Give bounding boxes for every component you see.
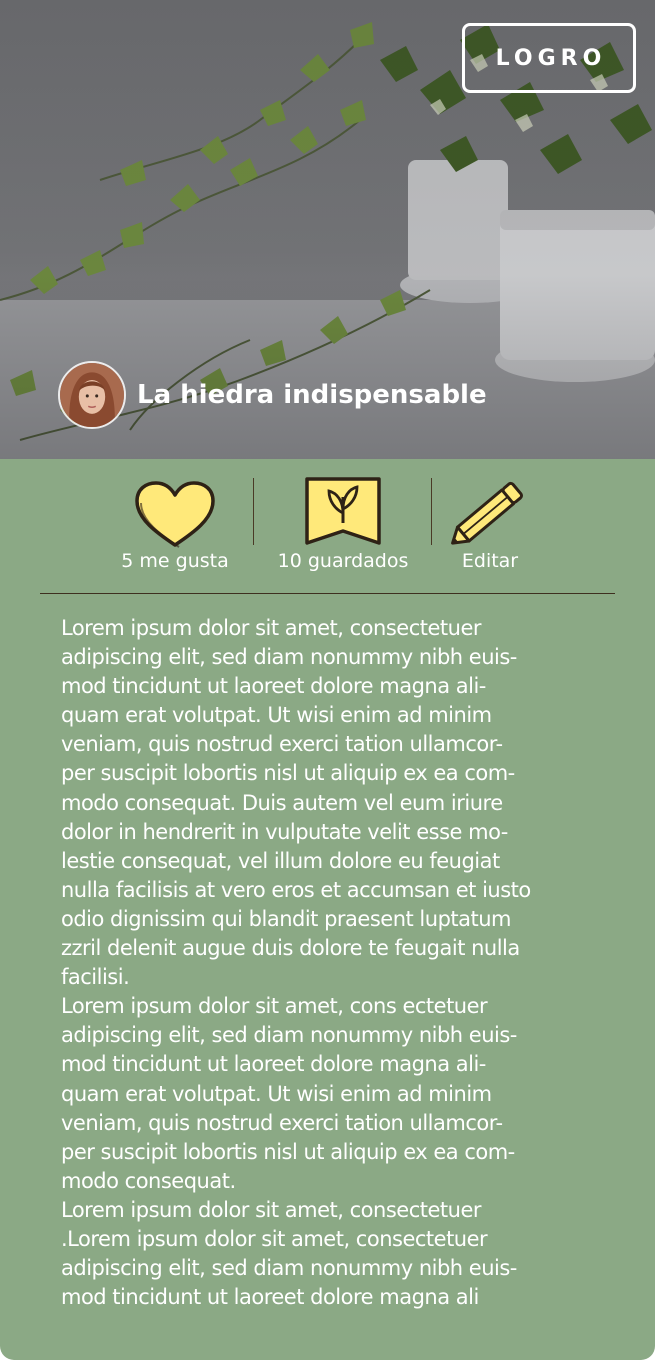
achievement-badge: LOGRO <box>462 23 636 93</box>
post-body: Lorem ipsum dolor sit amet, consectetuer… <box>61 614 601 1312</box>
heart-icon <box>135 481 215 548</box>
edit-button[interactable]: Editar <box>410 475 570 579</box>
like-button[interactable]: 5 me gusta <box>95 475 255 579</box>
action-divider <box>253 478 254 545</box>
post-title: La hiedra indispensable <box>137 380 487 410</box>
save-count: 10 guardados <box>277 550 409 572</box>
pencil-icon <box>451 481 523 545</box>
edit-label: Editar <box>461 550 519 572</box>
post-card: LOGRO La hiedra indispensable 5 me gusta <box>0 0 655 1360</box>
body-paragraph: Lorem ipsum dolor sit amet, consectetuer… <box>61 1197 517 1310</box>
save-button[interactable]: 10 guardados <box>263 475 423 579</box>
hero-image: LOGRO La hiedra indispensable <box>0 0 655 459</box>
leaf-bookmark-icon <box>305 477 381 545</box>
action-bar: 5 me gusta 10 guardados Editar <box>0 459 655 579</box>
avatar-photo <box>60 363 124 427</box>
body-paragraph: Lorem ipsum dolor sit amet, consectetuer… <box>61 616 531 990</box>
section-divider <box>40 593 615 594</box>
like-count: 5 me gusta <box>121 550 229 572</box>
avatar[interactable] <box>58 361 126 429</box>
body-paragraph: Lorem ipsum dolor sit amet, cons ectetue… <box>61 994 517 1193</box>
